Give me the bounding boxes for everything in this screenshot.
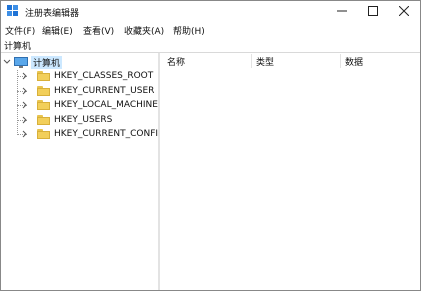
column-separator[interactable] [340,54,341,68]
title-bar: 注册表编辑器 [1,1,420,21]
tree-item-hkey-classes-root[interactable]: HKEY_CLASSES_ROOT [21,69,153,83]
tree-item-hkey-users[interactable]: HKEY_USERS [21,113,112,127]
menu-view[interactable]: 查看(V) [83,24,114,37]
chevron-right-icon[interactable] [21,130,29,138]
chevron-right-icon[interactable] [21,87,29,95]
tree-item-label: 计算机 [31,55,63,69]
menu-bar: 文件(F) 编辑(E) 查看(V) 收藏夹(A) 帮助(H) [1,21,420,37]
chevron-right-icon[interactable] [21,101,29,109]
tree-item-label: HKEY_CURRENT_CONFIG [54,129,160,139]
column-header-name[interactable]: 名称 [167,53,185,69]
maximize-button[interactable] [357,1,389,21]
folder-icon [37,100,50,110]
chevron-right-icon[interactable] [21,116,29,124]
registry-editor-window: 注册表编辑器 文件(F) 编辑(E) 查看(V) 收藏夹(A) 帮助(H) 计算… [0,0,421,291]
minimize-button[interactable] [326,1,358,21]
column-header-data[interactable]: 数据 [345,53,363,69]
tree-item-hkey-current-config[interactable]: HKEY_CURRENT_CONFIG [21,127,160,141]
address-bar[interactable]: 计算机 [1,37,420,53]
tree-connector [17,70,18,133]
tree-item-label: HKEY_CURRENT_USER [54,86,155,96]
folder-icon [37,115,50,125]
menu-file[interactable]: 文件(F) [5,24,35,37]
folder-icon [37,129,50,139]
computer-icon [14,56,28,68]
column-separator[interactable] [251,54,252,68]
minimize-icon [337,10,347,12]
address-path[interactable]: 计算机 [4,39,31,52]
registry-editor-icon [7,5,18,16]
folder-icon [37,86,50,96]
window-title: 注册表编辑器 [25,9,80,19]
tree-item-hkey-local-machine[interactable]: HKEY_LOCAL_MACHINE [21,98,158,112]
tree-item-label: HKEY_USERS [54,115,113,125]
menu-edit[interactable]: 编辑(E) [42,24,73,37]
tree-item-label: HKEY_CLASSES_ROOT [54,71,154,81]
menu-help[interactable]: 帮助(H) [173,24,205,37]
tree-item-hkey-current-user[interactable]: HKEY_CURRENT_USER [21,84,154,98]
column-header-type[interactable]: 类型 [256,53,274,69]
values-list-pane[interactable]: 名称 类型 数据 [161,53,420,290]
menu-favorites[interactable]: 收藏夹(A) [124,24,164,37]
chevron-right-icon[interactable] [21,72,29,80]
tree-item-computer[interactable]: 计算机 [3,55,63,69]
chevron-down-icon[interactable] [3,58,11,66]
tree-pane[interactable]: 计算机 HKEY_CLASSES_ROOT HKEY_CURRENT_USER … [1,53,160,290]
tree-item-label: HKEY_LOCAL_MACHINE [54,100,158,110]
close-button[interactable] [388,1,420,21]
maximize-icon [368,6,378,16]
close-icon [399,6,409,16]
folder-icon [37,71,50,81]
